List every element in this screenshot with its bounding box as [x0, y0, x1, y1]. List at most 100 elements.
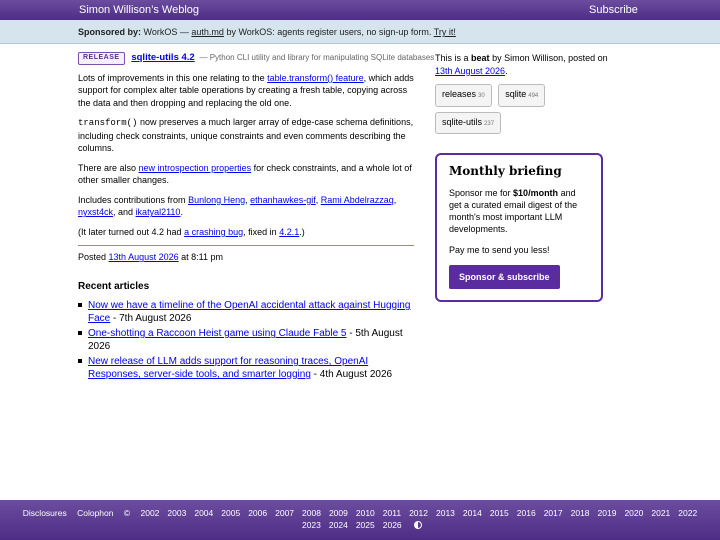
- beat-intro: This is a beat by Simon Willison, posted…: [435, 52, 625, 77]
- footer-year-link[interactable]: 2018: [571, 508, 590, 518]
- entry-divider: [78, 245, 414, 247]
- contributor-link[interactable]: ikatyal2110: [136, 207, 181, 217]
- intro-text: This is a: [435, 53, 469, 63]
- crashing-bug-link[interactable]: a crashing bug: [184, 227, 243, 237]
- theme-toggle-icon[interactable]: [414, 521, 423, 529]
- tag-label: releases: [442, 89, 477, 99]
- recent-articles-list: Now we have a timeline of the OpenAI acc…: [78, 299, 414, 381]
- sponsor-text-2: by WorkOS: agents register users, no sig…: [226, 27, 432, 37]
- entry-paragraph-3: There are also new introspection propert…: [78, 162, 414, 187]
- tag-sqlite-utils[interactable]: sqlite-utils 237: [435, 111, 502, 134]
- posted-date-link[interactable]: 13th August 2026: [109, 252, 179, 262]
- briefing-text-before: Sponsor me for: [449, 187, 511, 198]
- entry-paragraph-1: Lots of improvements in this one relatin…: [78, 72, 414, 110]
- footer-disclosures-link[interactable]: Disclosures: [23, 508, 67, 518]
- entry-header: RELEASE sqlite-utils 4.2 — Python CLI ut…: [78, 52, 434, 65]
- subscribe-link[interactable]: Subscribe: [589, 4, 638, 18]
- footer-year-link[interactable]: 2014: [463, 508, 482, 518]
- p5-text-after: .): [299, 226, 305, 237]
- bullet-icon: [78, 331, 82, 335]
- monthly-briefing-box: Monthly briefing Sponsor me for $10/mont…: [435, 153, 603, 302]
- footer-year-link[interactable]: 2013: [436, 508, 455, 518]
- list-item: New release of LLM adds support for reas…: [78, 355, 414, 381]
- footer-year-link[interactable]: 2010: [356, 508, 375, 518]
- footer-year-link[interactable]: 2016: [517, 508, 536, 518]
- period: .: [180, 207, 183, 218]
- footer-year-link[interactable]: 2005: [221, 508, 240, 518]
- recent-articles-heading: Recent articles: [78, 280, 150, 292]
- contributor-link[interactable]: nyxst4ck: [78, 207, 113, 217]
- p3-text-before: There are also: [78, 162, 137, 173]
- tag-releases[interactable]: releases 30: [435, 84, 492, 107]
- posted-line: Posted 13th August 2026 at 8:11 pm: [78, 252, 414, 263]
- posted-time: at 8:11 pm: [181, 252, 223, 263]
- introspection-properties-link[interactable]: new introspection properties: [139, 163, 252, 173]
- sponsor-auth-md-link[interactable]: auth.md: [191, 27, 224, 37]
- contributor-link[interactable]: Rami Abdelrazzaq: [321, 195, 394, 205]
- sponsor-text-1: WorkOS —: [143, 27, 189, 37]
- entry-paragraph-5: (It later turned out 4.2 had a crashing …: [78, 226, 414, 239]
- footer-year-link[interactable]: 2008: [302, 508, 321, 518]
- contributor-link[interactable]: ethanhawkes-gif: [250, 195, 316, 205]
- intro-end: .: [505, 65, 508, 76]
- footer-year-link[interactable]: 2012: [409, 508, 428, 518]
- p5-text-before: (It later turned out 4.2 had: [78, 226, 182, 237]
- comma: ,: [315, 194, 319, 205]
- briefing-price: $10/month: [513, 187, 559, 198]
- briefing-title: Monthly briefing: [449, 164, 562, 178]
- entry-title-link[interactable]: sqlite-utils 4.2: [131, 52, 194, 63]
- site-title-link[interactable]: Simon Willison’s Weblog: [79, 4, 199, 18]
- footer-year-link[interactable]: 2026: [383, 520, 402, 530]
- sidebar: This is a beat by Simon Willison, posted…: [435, 52, 625, 302]
- footer-year-link[interactable]: 2002: [141, 508, 160, 518]
- footer-year-link[interactable]: 2021: [651, 508, 670, 518]
- tag-label: sqlite: [505, 89, 527, 99]
- footer-year-link[interactable]: 2025: [356, 520, 375, 530]
- p1-text-before: Lots of improvements in this one relatin…: [78, 72, 265, 83]
- list-item: Now we have a timeline of the OpenAI acc…: [78, 299, 414, 325]
- footer-year-link[interactable]: 2022: [678, 508, 697, 518]
- bullet-icon: [78, 303, 82, 307]
- footer-year-link[interactable]: 2023: [302, 520, 321, 530]
- footer-year-link[interactable]: 2024: [329, 520, 348, 530]
- footer-year-link[interactable]: 2011: [383, 508, 401, 518]
- recent-article-link[interactable]: One-shotting a Raccoon Heist game using …: [88, 328, 346, 339]
- intro-date-link[interactable]: 13th August 2026: [435, 66, 505, 76]
- main-content: RELEASE sqlite-utils 4.2 — Python CLI ut…: [78, 52, 434, 383]
- tag-count: 494: [528, 93, 539, 99]
- tag-count: 30: [478, 93, 485, 99]
- footer-year-link[interactable]: 2004: [194, 508, 213, 518]
- sponsor-subscribe-button[interactable]: Sponsor & subscribe: [449, 264, 560, 289]
- briefing-text: Sponsor me for $10/month and get a curat…: [449, 187, 589, 235]
- site-footer: Disclosures Colophon © 2002 2003 2004 2005 2…: [0, 500, 720, 540]
- release-badge: RELEASE: [78, 52, 125, 65]
- sponsor-try-it-link[interactable]: Try it!: [434, 27, 456, 37]
- footer-year-link[interactable]: 2015: [490, 508, 509, 518]
- posted-label: Posted: [78, 252, 107, 263]
- tag-sqlite[interactable]: sqlite 494: [498, 84, 546, 107]
- list-item: One-shotting a Raccoon Heist game using …: [78, 327, 414, 353]
- entry-paragraph-4: Includes contributions from Bunlong Heng…: [78, 194, 414, 219]
- footer-year-link[interactable]: 2017: [544, 508, 563, 518]
- p4-text-before: Includes contributions from: [78, 194, 186, 205]
- footer-year-link[interactable]: 2019: [598, 508, 617, 518]
- entry-description: — Python CLI utility and library for man…: [199, 53, 435, 62]
- footer-row-1: Disclosures Colophon © 2002 2003 2004 2005 2…: [0, 507, 720, 519]
- footer-year-link[interactable]: 2020: [624, 508, 643, 518]
- tag-list: releases 30 sqlite 494 sqlite-utils 237: [435, 84, 625, 139]
- footer-row-2: 2023 2024 2025 2026: [0, 519, 720, 531]
- and-text: , and: [113, 207, 134, 218]
- briefing-text-2: Pay me to send you less!: [449, 244, 550, 255]
- table-transform-link[interactable]: table.transform() feature: [267, 73, 364, 83]
- version-4-2-1-link[interactable]: 4.2.1: [279, 227, 299, 237]
- footer-year-link[interactable]: 2006: [248, 508, 267, 518]
- footer-year-link[interactable]: 2007: [275, 508, 294, 518]
- footer-colophon-link[interactable]: Colophon: [77, 508, 113, 518]
- footer-year-link[interactable]: 2009: [329, 508, 348, 518]
- contributor-link[interactable]: Bunlong Heng: [188, 195, 245, 205]
- footer-year-link[interactable]: 2003: [167, 508, 186, 518]
- sponsor-banner: Sponsored by: WorkOS — auth.md by WorkOS…: [0, 20, 720, 44]
- intro-bold: beat: [471, 53, 490, 63]
- tag-count: 237: [484, 120, 495, 127]
- comma: ,: [245, 194, 248, 205]
